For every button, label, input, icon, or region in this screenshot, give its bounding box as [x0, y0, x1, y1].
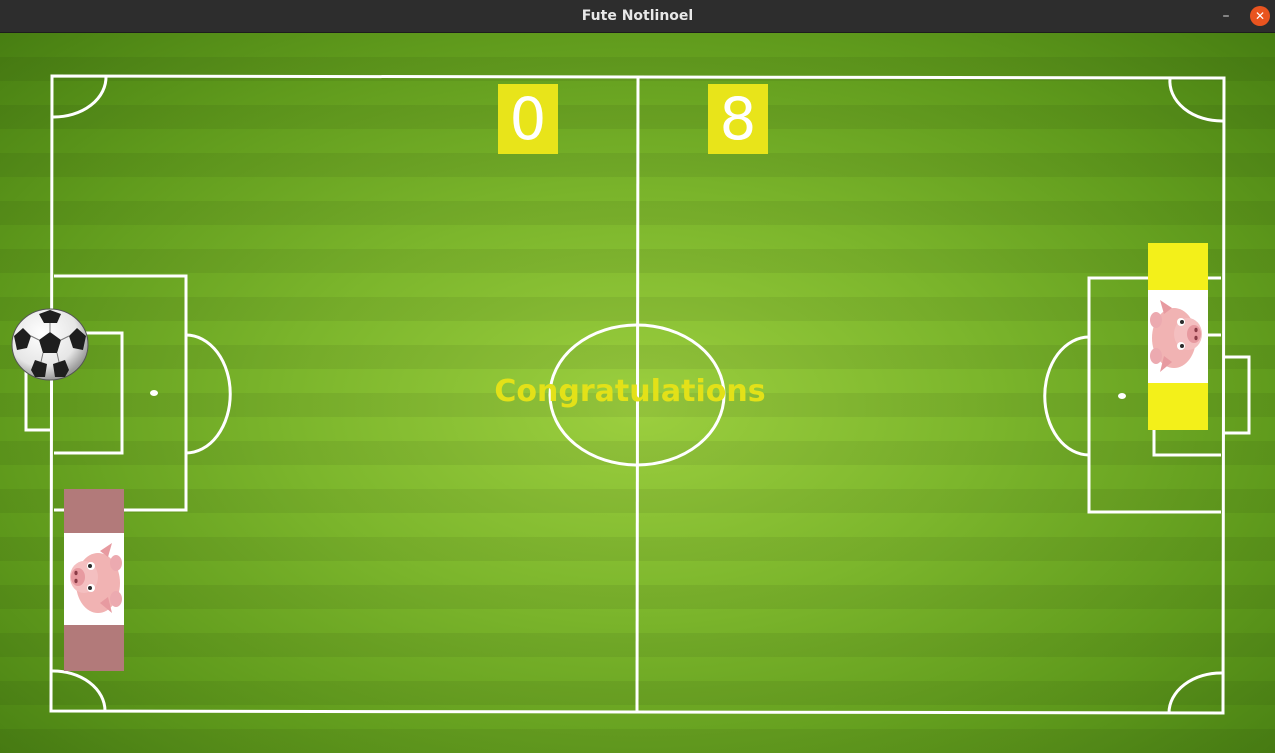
left-score: 0: [498, 84, 558, 154]
right-penalty-spot: [1118, 393, 1126, 399]
soccer-field: 0 8 Congratulations: [0, 33, 1275, 753]
right-penalty-arc: [1043, 335, 1090, 457]
corner-arc-bottom-right: [1167, 671, 1223, 714]
left-paddle-image: [64, 533, 124, 625]
title-bar: Fute Notlinoel – ✕: [0, 0, 1275, 33]
right-paddle[interactable]: [1148, 243, 1208, 430]
corner-arc-top-left: [52, 75, 108, 119]
pig-icon: [1150, 300, 1202, 372]
corner-arc-top-right: [1168, 77, 1224, 123]
congratulations-message: Congratulations: [494, 374, 766, 409]
right-paddle-image: [1148, 290, 1208, 383]
pig-icon: [70, 543, 122, 613]
right-score: 8: [708, 84, 768, 154]
close-button[interactable]: ✕: [1250, 6, 1270, 26]
left-penalty-arc: [185, 333, 232, 455]
minimize-button[interactable]: –: [1216, 6, 1236, 26]
corner-arc-bottom-left: [51, 669, 107, 712]
left-paddle[interactable]: [64, 489, 124, 671]
game-window: Fute Notlinoel – ✕ 0 8 Congratulations: [0, 0, 1275, 753]
window-title: Fute Notlinoel: [581, 8, 694, 24]
right-goal: [1223, 355, 1251, 435]
left-penalty-spot: [150, 390, 158, 396]
soccer-ball-icon: [11, 308, 89, 381]
